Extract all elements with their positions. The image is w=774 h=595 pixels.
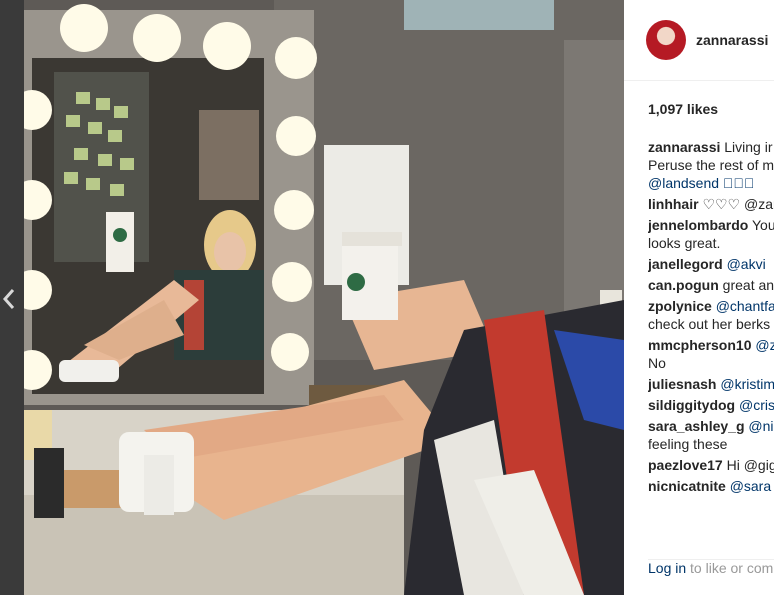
comment-text: great an (722, 277, 774, 293)
comment-text[interactable]: @sara (730, 478, 771, 494)
comment-username[interactable]: nicnicatnite (648, 478, 726, 494)
comment: linhhair ♡♡♡ @zann (648, 195, 774, 213)
comment-text[interactable]: @chantfa (716, 298, 774, 314)
comment-text: Hi @gig (726, 457, 774, 473)
comment: janellegord @akvi (648, 255, 774, 273)
caption: zannarassi Living ir Peruse the rest of … (648, 138, 774, 192)
comment: juliesnash @kristim (648, 375, 774, 393)
left-gutter (0, 0, 24, 595)
comments-list: zannarassi Living ir Peruse the rest of … (648, 138, 774, 498)
comment: sara_ashley_g @ni feeling these (648, 417, 774, 453)
comment-text-line2: feeling these (648, 436, 728, 452)
comment: can.pogun great an (648, 276, 774, 294)
comment-username[interactable]: jennelombardo (648, 217, 748, 233)
comment-username[interactable]: zpolynice (648, 298, 712, 314)
comment-text-line2: looks great. (648, 235, 721, 251)
avatar[interactable] (646, 20, 686, 60)
comment-username[interactable]: sildiggitydog (648, 397, 735, 413)
post-sidebar: zannarassi 1,097 likes zannarassi Living… (624, 0, 774, 595)
comment: paezlove17 Hi @gig (648, 456, 774, 474)
comment-text[interactable]: @akvi (727, 256, 766, 272)
comment: mmcpherson10 @z No (648, 336, 774, 372)
post-username[interactable]: zannarassi (696, 32, 768, 48)
likes-count[interactable]: 1,097 likes (648, 101, 718, 117)
comment: nicnicatnite @sara (648, 477, 774, 495)
post-photo[interactable] (24, 0, 624, 595)
comment-text[interactable]: @ni (748, 418, 773, 434)
comment-username[interactable]: janellegord (648, 256, 723, 272)
post-header: zannarassi (624, 0, 774, 81)
caption-line: Living ir (724, 139, 773, 155)
comment-username[interactable]: can.pogun (648, 277, 719, 293)
comment-text[interactable]: @z (755, 337, 774, 353)
comment-username[interactable]: linhhair (648, 196, 699, 212)
comment-username[interactable]: zannarassi (648, 139, 720, 155)
comment-text: You (752, 217, 774, 233)
login-link[interactable]: Log in (648, 560, 686, 576)
comment-username[interactable]: sara_ashley_g (648, 418, 745, 434)
comment: sildiggitydog @crisc (648, 396, 774, 414)
login-prompt-text: to like or com (690, 560, 774, 576)
comment-text-line2: No (648, 355, 666, 371)
comment: jennelombardo You looks great. (648, 216, 774, 252)
comment-username[interactable]: paezlove17 (648, 457, 723, 473)
comment-text[interactable]: @kristim (720, 376, 774, 392)
chevron-left-icon[interactable] (2, 288, 16, 310)
comment-text[interactable]: @crisc (739, 397, 774, 413)
comment-text: ♡♡♡ @zann (702, 196, 774, 212)
login-prompt: Log in to like or com (648, 559, 774, 576)
caption-line: Peruse the rest of m (648, 157, 774, 173)
comment-text-line2: check out her berks (648, 316, 771, 332)
comment: zpolynice @chantfa check out her berks (648, 297, 774, 333)
comment-username[interactable]: mmcpherson10 (648, 337, 751, 353)
caption-mention[interactable]: @landsend ☀🏼🏝 (648, 175, 754, 191)
comment-username[interactable]: juliesnash (648, 376, 716, 392)
